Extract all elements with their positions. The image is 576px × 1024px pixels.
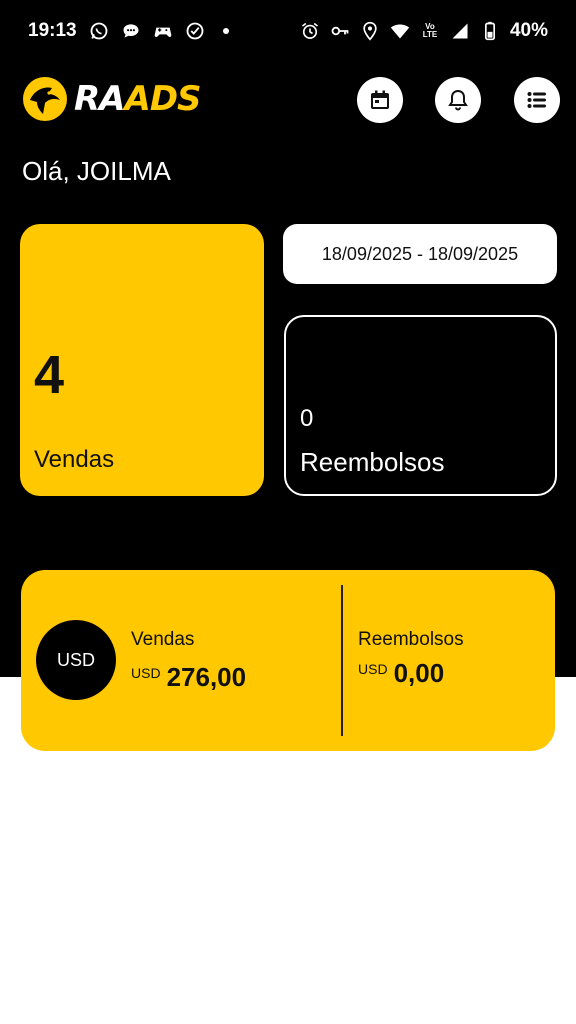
volte-icon: Vo LTE [422, 22, 438, 39]
battery-percent: 40% [509, 20, 548, 41]
sales-count: 4 [34, 345, 65, 405]
check-circle-icon [185, 21, 205, 41]
summary-sales-amount: 276,00 [166, 662, 247, 692]
key-icon [330, 21, 350, 41]
signal-icon [450, 21, 470, 41]
sales-count-card[interactable]: 4 Vendas [20, 224, 264, 496]
date-range-selector[interactable]: 18/09/2025 - 18/09/2025 [283, 224, 557, 284]
currency-summary-card: USD Vendas USD 276,00 Reembolsos USD 0,0… [21, 570, 555, 751]
logo-mark-icon [23, 77, 67, 121]
summary-sales-currency: USD [131, 665, 161, 681]
refunds-count: 0 [300, 405, 314, 432]
wifi-icon [390, 21, 410, 41]
summary-refunds-value: USD 0,00 [358, 658, 444, 689]
refunds-label: Reembolsos [300, 447, 445, 477]
location-icon [360, 21, 380, 41]
gamepad-icon [153, 21, 173, 41]
summary-refunds-currency: USD [358, 661, 388, 677]
summary-refunds-amount: 0,00 [393, 658, 445, 688]
calendar-button[interactable] [357, 77, 403, 123]
chat-icon [121, 21, 141, 41]
status-time: 19:13 [28, 20, 77, 41]
status-bar: 19:13 Vo LTE 40% [0, 0, 576, 62]
summary-divider [341, 585, 343, 736]
battery-icon [480, 21, 500, 41]
notifications-button[interactable] [435, 77, 481, 123]
greeting: Olá, JOILMA [22, 156, 171, 186]
notification-dot [222, 28, 229, 34]
menu-list-icon [527, 92, 546, 108]
whatsapp-icon [89, 21, 109, 41]
alarm-icon [300, 21, 320, 41]
bell-icon [448, 89, 468, 111]
menu-button[interactable] [514, 77, 560, 123]
currency-badge: USD [36, 620, 116, 700]
summary-sales-title: Vendas [131, 629, 195, 650]
summary-refunds-title: Reembolsos [358, 629, 464, 650]
refunds-count-card[interactable]: 0 Reembolsos [284, 315, 557, 496]
calendar-icon [371, 90, 389, 109]
sales-label: Vendas [34, 446, 115, 473]
logo-text: RAADS [74, 79, 202, 119]
raads-logo: RAADS [22, 76, 202, 122]
summary-sales-value: USD 276,00 [131, 662, 246, 693]
